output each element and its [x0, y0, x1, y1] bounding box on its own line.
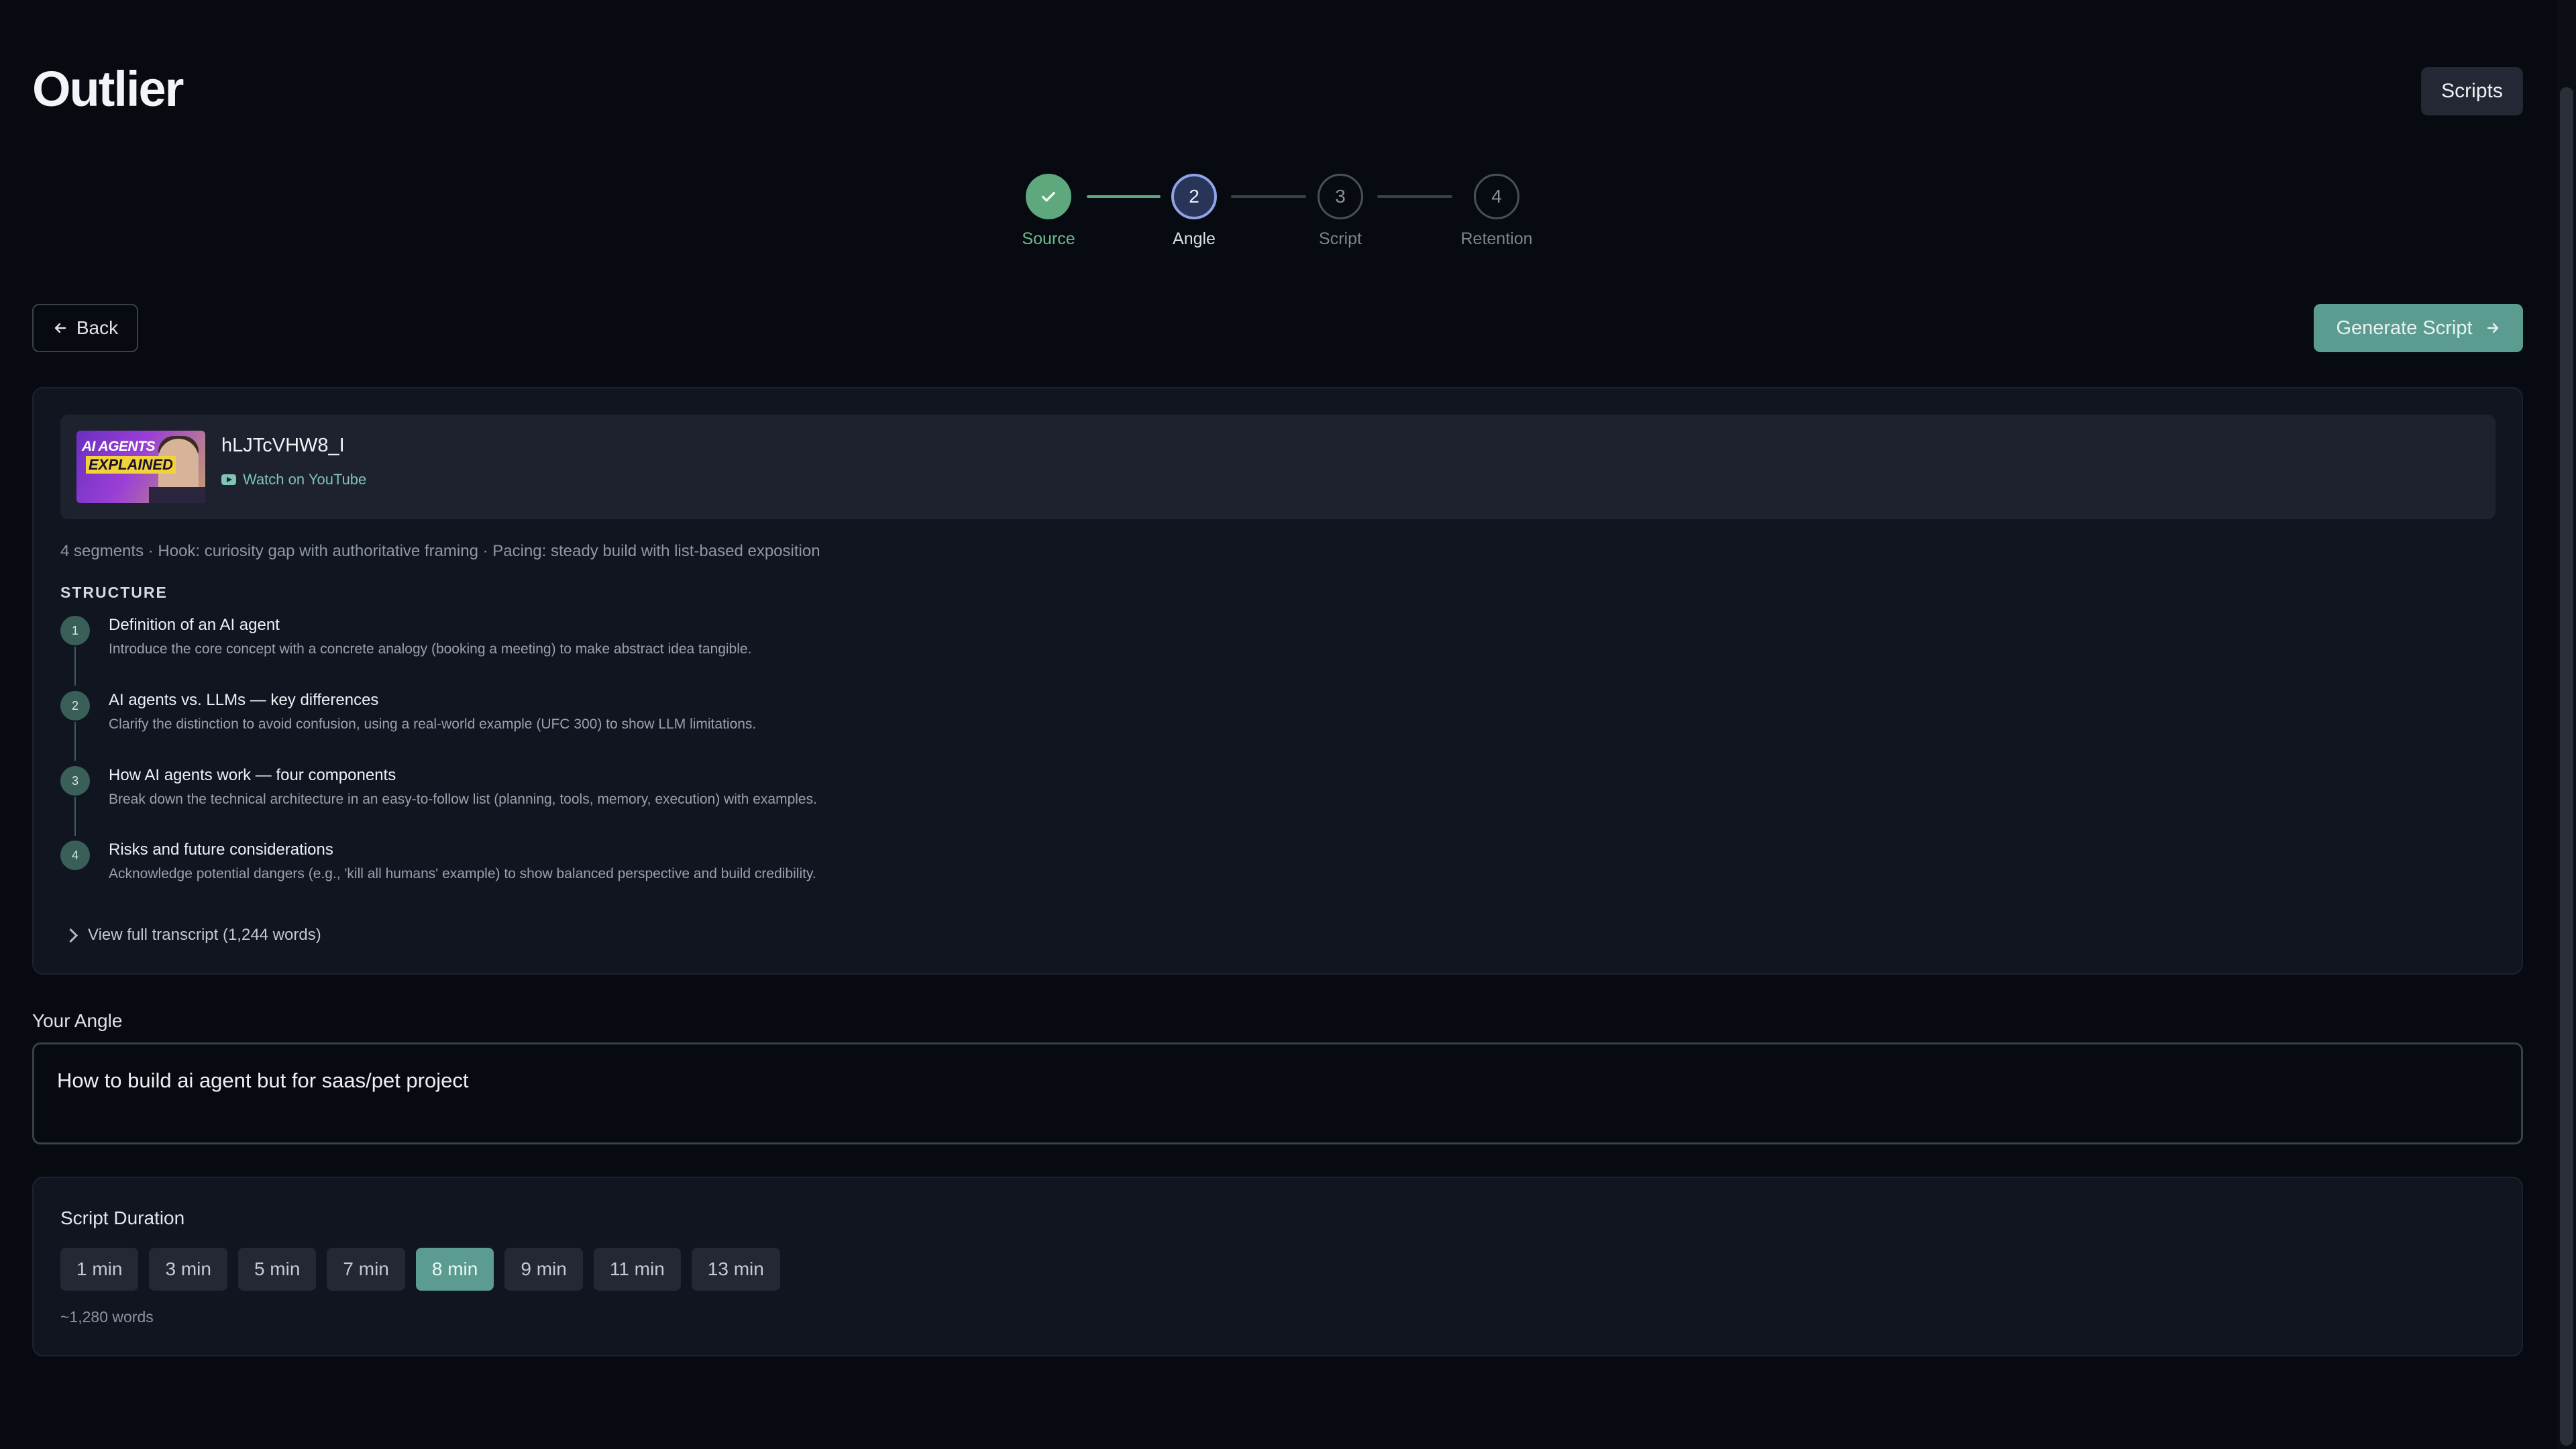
thumbnail-shirt — [149, 487, 205, 503]
segment-number: 4 — [60, 841, 90, 870]
thumbnail-text-bottom: EXPLAINED — [86, 456, 176, 474]
angle-input[interactable]: How to build ai agent but for saas/pet p… — [32, 1042, 2523, 1144]
app-logo: Outlier — [32, 61, 184, 117]
step-label-script: Script — [1319, 229, 1362, 248]
angle-input-value: How to build ai agent but for saas/pet p… — [57, 1069, 469, 1092]
segment-title: Definition of an AI agent — [109, 616, 280, 634]
duration-option[interactable]: 13 min — [691, 1248, 780, 1291]
step-connector — [1377, 195, 1452, 198]
arrow-left-icon — [54, 323, 66, 333]
segment-title: How AI agents work — four components — [109, 766, 396, 784]
segment-number: 1 — [60, 616, 90, 645]
duration-option[interactable]: 5 min — [237, 1248, 317, 1291]
thumbnail-text-top: AI AGENTS — [82, 439, 156, 454]
segment-description: Acknowledge potential dangers (e.g., 'ki… — [109, 866, 816, 881]
angle-label: Your Angle — [32, 1010, 123, 1031]
duration-option[interactable]: 11 min — [593, 1248, 681, 1291]
duration-options: 1 min 3 min 5 min 7 min 8 min 9 min 11 m… — [60, 1248, 780, 1291]
youtube-icon — [221, 474, 236, 485]
step-connector — [1231, 195, 1306, 198]
chevron-right-icon — [63, 928, 78, 943]
duration-option-selected[interactable]: 8 min — [415, 1248, 494, 1291]
duration-option[interactable]: 1 min — [60, 1248, 139, 1291]
word-estimate: ~1,280 words — [60, 1308, 154, 1326]
page-scrollbar[interactable] — [2557, 0, 2576, 1449]
segment-connector — [74, 647, 76, 686]
step-source[interactable] — [1026, 174, 1071, 219]
duration-title: Script Duration — [60, 1208, 185, 1228]
duration-option[interactable]: 7 min — [327, 1248, 405, 1291]
analysis-meta: 4 segments · Hook: curiosity gap with au… — [60, 542, 820, 560]
segment-description: Clarify the distinction to avoid confusi… — [109, 716, 757, 732]
video-card: AI AGENTS EXPLAINED hLJTcVHW8_I Watch on… — [60, 415, 2496, 519]
app-root: Outlier Scripts Source 2 Angle 3 Script … — [0, 0, 2557, 1449]
back-button[interactable]: Back — [32, 304, 138, 352]
segment-title: AI agents vs. LLMs — key differences — [109, 691, 379, 709]
scripts-button[interactable]: Scripts — [2421, 67, 2523, 115]
duration-option[interactable]: 3 min — [149, 1248, 227, 1291]
step-label-retention: Retention — [1460, 229, 1533, 248]
generate-script-label: Generate Script — [2336, 317, 2473, 339]
view-transcript-label: View full transcript (1,244 words) — [88, 926, 321, 944]
segment-title: Risks and future considerations — [109, 841, 333, 859]
step-label-source: Source — [1022, 229, 1075, 248]
step-script[interactable]: 3 — [1318, 174, 1363, 219]
segment-description: Break down the technical architecture in… — [109, 792, 817, 807]
back-button-label: Back — [76, 317, 119, 338]
segment-number: 3 — [60, 766, 90, 796]
structure-heading: STRUCTURE — [60, 584, 168, 601]
check-icon — [1042, 192, 1055, 202]
step-retention[interactable]: 4 — [1474, 174, 1519, 219]
video-id: hLJTcVHW8_I — [221, 435, 345, 456]
video-thumbnail[interactable]: AI AGENTS EXPLAINED — [76, 431, 205, 503]
segment-connector — [74, 797, 76, 836]
watch-on-youtube-label: Watch on YouTube — [243, 471, 367, 488]
arrow-right-icon — [2487, 323, 2498, 333]
step-angle[interactable]: 2 — [1171, 174, 1217, 219]
segment-connector — [74, 722, 76, 761]
step-label-angle: Angle — [1173, 229, 1216, 248]
view-transcript-toggle[interactable]: View full transcript (1,244 words) — [60, 926, 321, 945]
duration-option[interactable]: 9 min — [504, 1248, 583, 1291]
scrollbar-thumb[interactable] — [2560, 87, 2573, 1446]
segment-description: Introduce the core concept with a concre… — [109, 641, 752, 657]
step-connector — [1087, 195, 1161, 198]
watch-on-youtube-link[interactable]: Watch on YouTube — [221, 471, 366, 488]
generate-script-button[interactable]: Generate Script — [2314, 304, 2523, 352]
segment-number: 2 — [60, 691, 90, 720]
